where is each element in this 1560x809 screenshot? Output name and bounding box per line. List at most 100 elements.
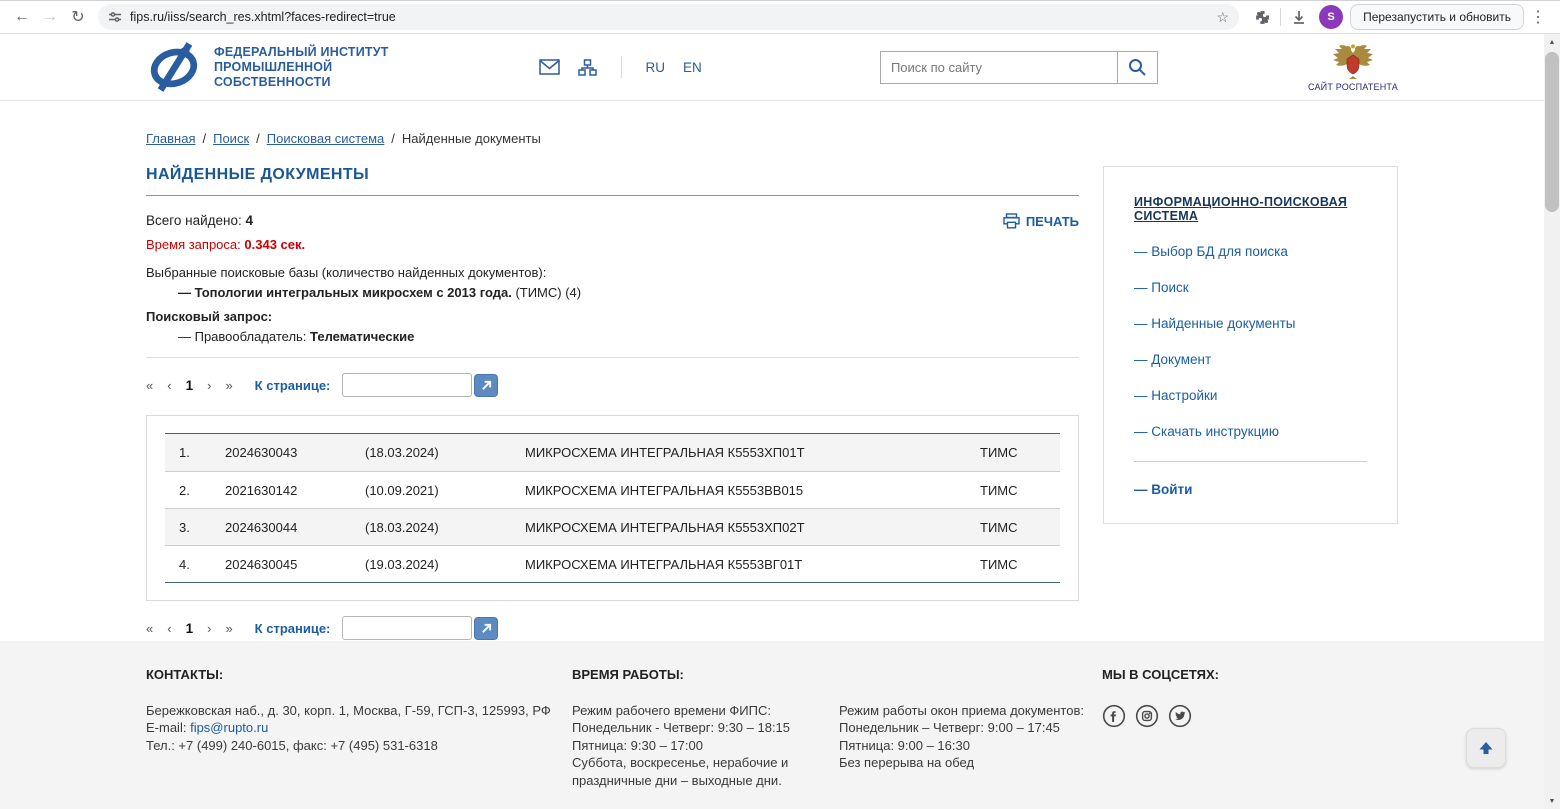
breadcrumb-home[interactable]: Главная bbox=[146, 131, 195, 146]
menu-dots-icon[interactable]: ⋮ bbox=[1524, 3, 1552, 31]
table-row[interactable]: 4. 2024630045 (19.03.2024) МИКРОСХЕМА ИН… bbox=[165, 545, 1060, 582]
breadcrumb-current: Найденные документы bbox=[401, 131, 541, 146]
lang-en-link[interactable]: EN bbox=[683, 60, 702, 75]
sidebar-item-search[interactable]: — Поиск bbox=[1134, 280, 1367, 295]
goto-page-label: К странице: bbox=[254, 620, 331, 636]
goto-page-input[interactable] bbox=[342, 373, 473, 397]
site-search bbox=[879, 50, 1158, 84]
sidebar-item-login[interactable]: — Войти bbox=[1134, 482, 1367, 497]
twitter-icon[interactable] bbox=[1168, 704, 1192, 728]
reception-hours: Режим работы окон приема документов: Пон… bbox=[839, 702, 1084, 771]
goto-page-button[interactable] bbox=[474, 616, 499, 640]
print-button[interactable]: ПЕЧАТЬ bbox=[1003, 213, 1079, 229]
query-time: Время запроса: 0.343 сек. bbox=[146, 237, 306, 252]
current-page: 1 bbox=[185, 377, 194, 393]
goto-page-button[interactable] bbox=[474, 373, 499, 397]
goto-page-input[interactable] bbox=[342, 616, 473, 640]
page: ФЕДЕРАЛЬНЫЙ ИНСТИТУТ ПРОМЫШЛЕННОЙ СОБСТВ… bbox=[0, 34, 1544, 809]
breadcrumb-separator: / bbox=[391, 131, 395, 146]
institute-name: ФЕДЕРАЛЬНЫЙ ИНСТИТУТ ПРОМЫШЛЕННОЙ СОБСТВ… bbox=[214, 44, 389, 89]
last-page-button[interactable]: » bbox=[225, 621, 232, 636]
site-info-icon[interactable] bbox=[108, 10, 122, 24]
bases-item: — Топологии интегральных микросхем с 201… bbox=[178, 285, 582, 300]
downloads-icon[interactable] bbox=[1286, 4, 1312, 30]
email-line: E-mail: fips@rupto.ru bbox=[146, 720, 269, 735]
url-text: fips.ru/iiss/search_res.xhtml?faces-redi… bbox=[130, 10, 396, 24]
magnifier-icon bbox=[1129, 59, 1147, 76]
go-arrow-icon bbox=[482, 623, 491, 633]
first-page-button[interactable]: « bbox=[146, 378, 153, 393]
search-button[interactable] bbox=[1116, 51, 1157, 83]
fips-logo-icon bbox=[150, 42, 198, 92]
url-bar[interactable]: fips.ru/iiss/search_res.xhtml?faces-redi… bbox=[98, 4, 1240, 30]
divider bbox=[146, 357, 1079, 358]
last-page-button[interactable]: » bbox=[225, 378, 232, 393]
breadcrumb-separator: / bbox=[202, 131, 207, 146]
first-page-button[interactable]: « bbox=[146, 621, 153, 636]
page-scrollbar[interactable]: ▲ ▼ bbox=[1544, 34, 1560, 809]
sidebar-item-document[interactable]: — Документ bbox=[1134, 352, 1367, 367]
fips-logo[interactable]: ФЕДЕРАЛЬНЫЙ ИНСТИТУТ ПРОМЫШЛЕННОЙ СОБСТВ… bbox=[146, 42, 389, 92]
goto-page-label: К странице: bbox=[254, 377, 331, 393]
ips-sidebar: ИНФОРМАЦИОННО-ПОИСКОВАЯ СИСТЕМА — Выбор … bbox=[1103, 166, 1398, 524]
browser-toolbar: ← → ↻ fips.ru/iiss/search_res.xhtml?face… bbox=[0, 0, 1560, 34]
site-header: ФЕДЕРАЛЬНЫЙ ИНСТИТУТ ПРОМЫШЛЕННОЙ СОБСТВ… bbox=[0, 34, 1544, 101]
footer: КОНТАКТЫ: Бережковская наб., д. 30, корп… bbox=[0, 640, 1544, 809]
sidebar-divider bbox=[1134, 461, 1367, 462]
scrollbar-down-icon[interactable]: ▼ bbox=[1544, 793, 1560, 809]
table-row[interactable]: 3. 2024630044 (18.03.2024) МИКРОСХЕМА ИН… bbox=[165, 508, 1060, 545]
sidebar-item-download-manual[interactable]: — Скачать инструкцию bbox=[1134, 424, 1367, 439]
scroll-to-top-button[interactable] bbox=[1466, 728, 1506, 768]
query-item: — Правообладатель: Телематические bbox=[178, 329, 415, 344]
breadcrumb-search[interactable]: Поиск bbox=[213, 131, 249, 146]
scrollbar-thumb[interactable] bbox=[1545, 52, 1559, 212]
back-icon[interactable]: ← bbox=[8, 3, 36, 31]
prev-page-button[interactable]: ‹ bbox=[167, 378, 171, 393]
facebook-icon[interactable] bbox=[1102, 704, 1126, 728]
fips-hours: Режим рабочего времени ФИПС: Понедельник… bbox=[572, 702, 791, 788]
results-column: НАЙДЕННЫЕ ДОКУМЕНТЫ Всего найдено: 4 ПЕЧ… bbox=[146, 166, 1079, 640]
bases-label: Выбранные поисковые базы (количество най… bbox=[146, 265, 547, 280]
contacts-block: Бережковская наб., д. 30, корп. 1, Москв… bbox=[146, 702, 572, 755]
mail-icon[interactable] bbox=[538, 59, 560, 75]
results-table: 1. 2024630043 (18.03.2024) МИКРОСХЕМА ИН… bbox=[146, 415, 1079, 601]
table-row[interactable]: 2. 2021630142 (10.09.2021) МИКРОСХЕМА ИН… bbox=[165, 471, 1060, 508]
extensions-icon[interactable] bbox=[1249, 4, 1275, 30]
total-found: Всего найдено: 4 bbox=[146, 213, 254, 228]
prev-page-button[interactable]: ‹ bbox=[167, 621, 171, 636]
rospatent-emblem-icon bbox=[1332, 43, 1373, 79]
email-link[interactable]: fips@rupto.ru bbox=[190, 720, 268, 735]
lang-ru-link[interactable]: RU bbox=[646, 60, 666, 75]
breadcrumb-search-system[interactable]: Поисковая система bbox=[267, 131, 385, 146]
up-arrow-icon bbox=[1479, 742, 1493, 754]
sidebar-title: ИНФОРМАЦИОННО-ПОИСКОВАЯ СИСТЕМА bbox=[1134, 195, 1348, 223]
sitemap-icon[interactable] bbox=[577, 58, 597, 76]
profile-avatar[interactable]: S bbox=[1319, 5, 1344, 29]
printer-icon bbox=[1003, 213, 1020, 229]
query-label: Поисковый запрос: bbox=[146, 309, 273, 324]
scrollbar-up-icon[interactable]: ▲ bbox=[1544, 34, 1560, 50]
reload-icon[interactable]: ↻ bbox=[64, 3, 92, 31]
page-title: НАЙДЕННЫЕ ДОКУМЕНТЫ bbox=[146, 166, 1079, 196]
breadcrumb: Главная / Поиск / Поисковая система / Найденны… bbox=[146, 131, 1398, 146]
pagination-top: « ‹ 1 › » К странице: bbox=[146, 373, 1079, 397]
pagination-bottom: « ‹ 1 › » К странице: bbox=[146, 616, 1079, 640]
sidebar-item-db-select[interactable]: — Выбор БД для поиска bbox=[1134, 244, 1367, 259]
header-divider bbox=[620, 56, 622, 78]
rospatent-link[interactable]: САЙТ РОСПАТЕНТА bbox=[1308, 43, 1398, 92]
sidebar-item-settings[interactable]: — Настройки bbox=[1134, 388, 1367, 403]
address: Бережковская наб., д. 30, корп. 1, Москв… bbox=[146, 702, 551, 718]
relaunch-button[interactable]: Перезапустить и обновить bbox=[1350, 4, 1524, 30]
site-search-input[interactable] bbox=[880, 59, 1117, 75]
table-row[interactable]: 1. 2024630043 (18.03.2024) МИКРОСХЕМА ИН… bbox=[165, 434, 1060, 471]
sidebar-item-found-docs[interactable]: — Найденные документы bbox=[1134, 316, 1367, 331]
bookmark-star-icon[interactable]: ☆ bbox=[1217, 9, 1230, 26]
instagram-icon[interactable] bbox=[1135, 704, 1159, 728]
contacts-title: КОНТАКТЫ: bbox=[146, 666, 224, 682]
next-page-button[interactable]: › bbox=[207, 621, 211, 636]
toolbar-divider bbox=[1280, 8, 1282, 26]
next-page-button[interactable]: › bbox=[207, 378, 211, 393]
breadcrumb-separator: / bbox=[256, 131, 260, 146]
forward-icon[interactable]: → bbox=[36, 3, 64, 31]
phone-line: Тел.: +7 (499) 240-6015, факс: +7 (495) … bbox=[146, 737, 438, 753]
